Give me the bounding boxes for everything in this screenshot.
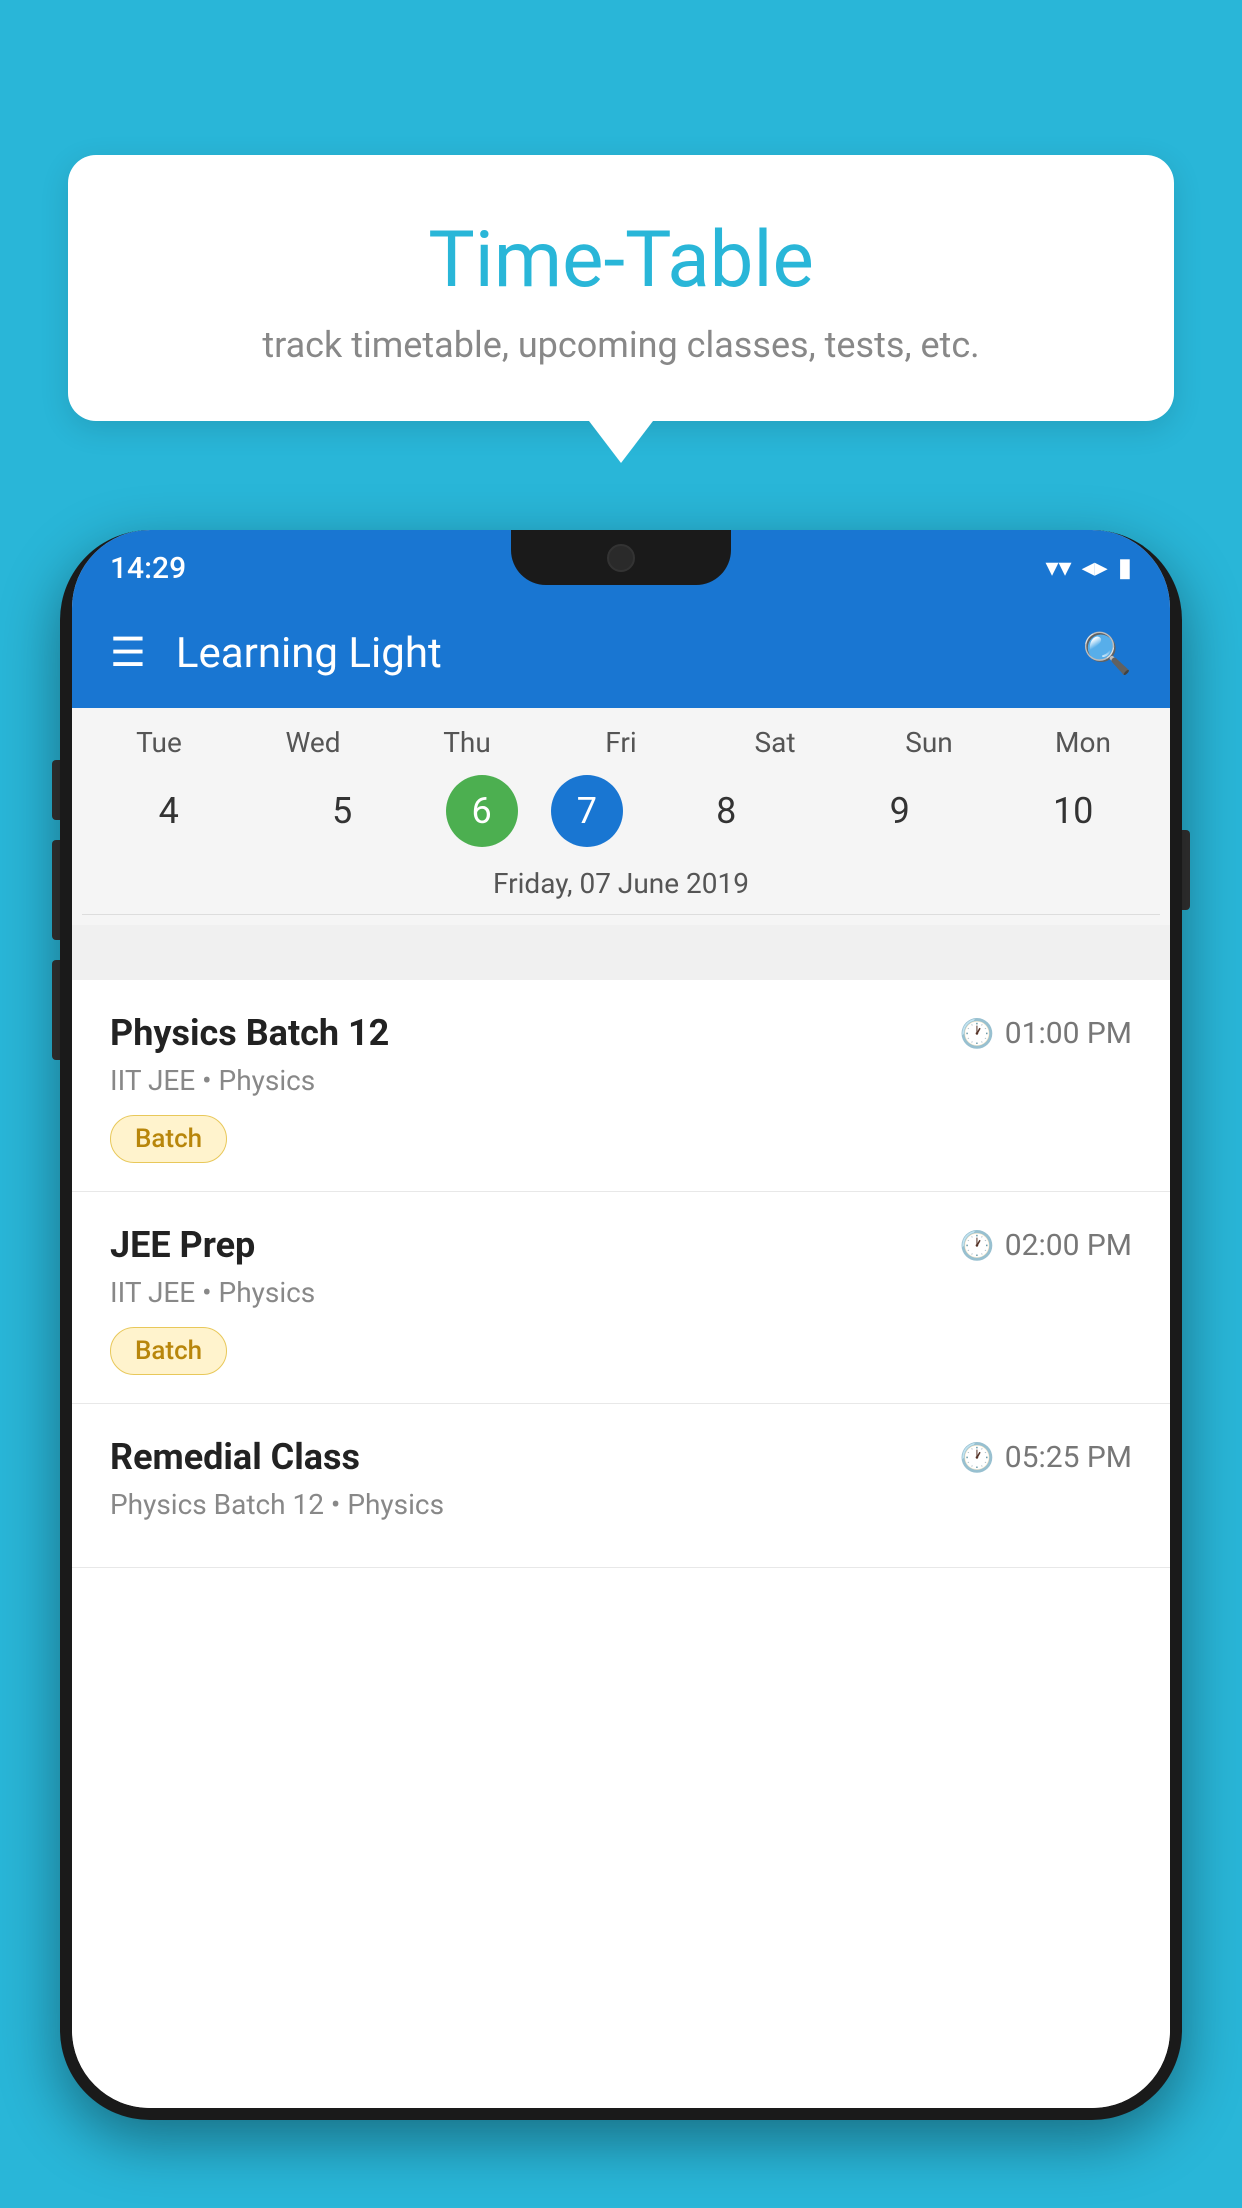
menu-icon[interactable]: ☰ (110, 633, 146, 673)
class-time-label-2: 02:00 PM (1005, 1228, 1132, 1263)
class-name-3: Remedial Class (110, 1436, 360, 1478)
phone-screen: 14:29 ▾▾ ◂▸ ▮ ☰ Learning Light 🔍 Tue Wed… (72, 530, 1170, 2108)
day-header-thu: Thu (397, 726, 537, 759)
day-header-sat: Sat (705, 726, 845, 759)
schedule-item-2[interactable]: JEE Prep 🕐 02:00 PM IIT JEE • Physics Ba… (72, 1192, 1170, 1404)
class-time-3: 🕐 05:25 PM (960, 1440, 1132, 1475)
status-icons: ▾▾ ◂▸ ▮ (1045, 553, 1132, 583)
batch-tag-2: Batch (110, 1327, 227, 1375)
day-header-wed: Wed (243, 726, 383, 759)
search-icon[interactable]: 🔍 (1082, 630, 1132, 677)
app-bar: ☰ Learning Light 🔍 (72, 598, 1170, 708)
clock-icon-1: 🕐 (960, 1017, 995, 1050)
class-time-1: 🕐 01:00 PM (960, 1016, 1132, 1051)
phone-frame: 14:29 ▾▾ ◂▸ ▮ ☰ Learning Light 🔍 Tue Wed… (60, 530, 1182, 2120)
day-6-today[interactable]: 6 (446, 775, 518, 847)
calendar-strip: Tue Wed Thu Fri Sat Sun Mon 4 5 6 7 8 9 … (72, 708, 1170, 925)
class-subject-2: IIT JEE • Physics (110, 1276, 1132, 1309)
battery-icon: ▮ (1118, 553, 1132, 583)
day-header-sun: Sun (859, 726, 999, 759)
wifi-icon: ▾▾ (1045, 553, 1071, 583)
phone-notch (511, 530, 731, 585)
day-numbers: 4 5 6 7 8 9 10 (82, 767, 1160, 859)
schedule-item-3-header: Remedial Class 🕐 05:25 PM (110, 1436, 1132, 1478)
status-time: 14:29 (110, 551, 186, 586)
day-9[interactable]: 9 (830, 775, 970, 847)
schedule-item-2-header: JEE Prep 🕐 02:00 PM (110, 1224, 1132, 1266)
class-name-2: JEE Prep (110, 1224, 255, 1266)
class-subject-1: IIT JEE • Physics (110, 1064, 1132, 1097)
schedule-item-1[interactable]: Physics Batch 12 🕐 01:00 PM IIT JEE • Ph… (72, 980, 1170, 1192)
tooltip-title: Time-Table (118, 215, 1124, 306)
day-header-fri: Fri (551, 726, 691, 759)
tooltip-card: Time-Table track timetable, upcoming cla… (68, 155, 1174, 421)
day-header-tue: Tue (89, 726, 229, 759)
day-headers: Tue Wed Thu Fri Sat Sun Mon (82, 726, 1160, 767)
phone-mockup: 14:29 ▾▾ ◂▸ ▮ ☰ Learning Light 🔍 Tue Wed… (60, 530, 1182, 2208)
front-camera (607, 544, 635, 572)
day-8[interactable]: 8 (656, 775, 796, 847)
day-header-mon: Mon (1013, 726, 1153, 759)
class-name-1: Physics Batch 12 (110, 1012, 389, 1054)
class-time-label-3: 05:25 PM (1005, 1440, 1132, 1475)
schedule-list: Physics Batch 12 🕐 01:00 PM IIT JEE • Ph… (72, 980, 1170, 2108)
tooltip-subtitle: track timetable, upcoming classes, tests… (118, 324, 1124, 366)
app-title: Learning Light (176, 629, 1082, 678)
day-4[interactable]: 4 (99, 775, 239, 847)
class-subject-3: Physics Batch 12 • Physics (110, 1488, 1132, 1521)
day-5[interactable]: 5 (272, 775, 412, 847)
day-10[interactable]: 10 (1003, 775, 1143, 847)
clock-icon-2: 🕐 (960, 1229, 995, 1262)
clock-icon-3: 🕐 (960, 1441, 995, 1474)
schedule-item-3[interactable]: Remedial Class 🕐 05:25 PM Physics Batch … (72, 1404, 1170, 1568)
class-time-label-1: 01:00 PM (1005, 1016, 1132, 1051)
schedule-item-1-header: Physics Batch 12 🕐 01:00 PM (110, 1012, 1132, 1054)
day-7-selected[interactable]: 7 (551, 775, 623, 847)
selected-date-label: Friday, 07 June 2019 (82, 859, 1160, 915)
class-time-2: 🕐 02:00 PM (960, 1228, 1132, 1263)
signal-icon: ◂▸ (1082, 553, 1108, 583)
batch-tag-1: Batch (110, 1115, 227, 1163)
